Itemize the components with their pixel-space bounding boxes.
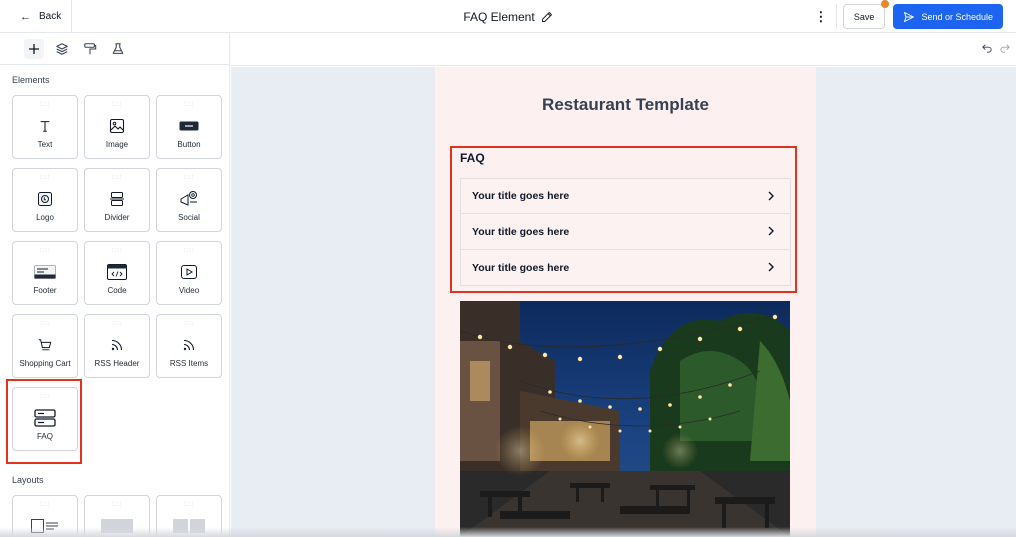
layout-card-image-text[interactable]: :::: <box>12 495 78 537</box>
element-label: Divider <box>104 213 130 222</box>
element-card-footer[interactable]: :::: Footer <box>12 241 78 305</box>
element-card-button[interactable]: :::: Button <box>156 95 222 159</box>
element-card-text[interactable]: :::: Text <box>12 95 78 159</box>
element-label: Social <box>178 213 200 222</box>
drag-handle-icon: :::: <box>183 502 195 508</box>
canvas-toolbar <box>231 33 1016 66</box>
layers-icon[interactable] <box>52 39 72 59</box>
faq-block-highlight <box>450 146 797 293</box>
element-label: Image <box>105 140 129 149</box>
image-icon <box>85 116 149 136</box>
element-label: Footer <box>33 286 57 295</box>
element-label: Text <box>37 140 53 149</box>
top-bar: ← Back FAQ Element ⋮ Save Send or Schedu… <box>0 0 1016 33</box>
element-card-rss-items[interactable]: :::: RSS Items <box>156 314 222 378</box>
element-label: Button <box>177 140 201 149</box>
text-icon <box>13 116 77 136</box>
unsaved-indicator <box>881 0 890 8</box>
footer-icon <box>13 262 77 282</box>
drag-handle-icon: :::: <box>111 321 123 327</box>
element-card-logo[interactable]: :::: Logo <box>12 168 78 232</box>
layout-card-one-column[interactable]: :::: <box>84 495 150 537</box>
drag-handle-icon: :::: <box>111 175 123 181</box>
cart-icon <box>13 335 77 355</box>
element-label: Video <box>178 286 200 295</box>
divider-icon <box>85 189 149 209</box>
logo-icon <box>13 189 77 209</box>
divider <box>835 4 837 29</box>
drag-handle-icon: :::: <box>39 102 51 108</box>
rss-icon <box>157 335 221 355</box>
drag-handle-icon: :::: <box>39 502 51 508</box>
send-icon <box>904 11 915 22</box>
editor-app: ← Back FAQ Element ⋮ Save Send or Schedu… <box>0 0 1016 537</box>
email-title[interactable]: Restaurant Template <box>435 95 816 115</box>
code-icon <box>85 262 149 282</box>
more-options-icon[interactable]: ⋮ <box>814 4 828 29</box>
back-label: Back <box>39 11 62 22</box>
element-label: RSS Items <box>169 359 209 368</box>
elements-sidebar: Elements :::: Text :::: Image :::: Butto… <box>0 33 230 537</box>
faq-element-highlight <box>6 379 82 464</box>
element-card-social[interactable]: :::: Social <box>156 168 222 232</box>
element-label: Logo <box>36 213 54 222</box>
flask-icon[interactable] <box>108 39 128 59</box>
element-card-image[interactable]: :::: Image <box>84 95 150 159</box>
email-body: Restaurant Template FAQ Your title goes … <box>435 67 816 537</box>
undo-redo-group <box>974 43 1010 56</box>
video-icon <box>157 262 221 282</box>
layout-one-column-icon <box>85 516 149 536</box>
layout-image-text-icon <box>13 516 77 536</box>
element-card-video[interactable]: :::: Video <box>156 241 222 305</box>
element-card-shopping-cart[interactable]: :::: Shopping Cart <box>12 314 78 378</box>
drag-handle-icon: :::: <box>39 321 51 327</box>
elements-section-title: Elements <box>12 75 50 85</box>
drag-handle-icon: :::: <box>39 175 51 181</box>
button-icon <box>157 116 221 136</box>
element-card-rss-header[interactable]: :::: RSS Header <box>84 314 150 378</box>
page-title[interactable]: FAQ Element <box>463 10 534 24</box>
rss-icon <box>85 335 149 355</box>
drag-handle-icon: :::: <box>183 248 195 254</box>
save-button[interactable]: Save <box>842 0 890 29</box>
layout-two-column-icon <box>157 516 221 536</box>
top-actions: ⋮ Save Send or Schedule <box>814 0 1003 29</box>
element-label: Code <box>107 286 127 295</box>
drag-handle-icon: :::: <box>39 248 51 254</box>
drag-handle-icon: :::: <box>111 248 123 254</box>
drag-handle-icon: :::: <box>111 102 123 108</box>
drag-handle-icon: :::: <box>183 175 195 181</box>
element-label: Shopping Cart <box>19 359 71 368</box>
redo-icon[interactable] <box>1000 43 1010 56</box>
save-label: Save <box>853 11 875 22</box>
paint-roller-icon[interactable] <box>80 39 100 59</box>
undo-icon[interactable] <box>982 43 992 56</box>
send-label: Send or Schedule <box>921 11 993 22</box>
email-canvas: Restaurant Template FAQ Your title goes … <box>231 67 1016 537</box>
drag-handle-icon: :::: <box>111 502 123 508</box>
pencil-icon[interactable] <box>541 11 553 23</box>
restaurant-patio-illustration <box>460 301 790 537</box>
drag-handle-icon: :::: <box>183 321 195 327</box>
layout-card-two-column[interactable]: :::: <box>156 495 222 537</box>
element-card-code[interactable]: :::: Code <box>84 241 150 305</box>
back-button[interactable]: ← Back <box>0 0 72 33</box>
element-card-divider[interactable]: :::: Divider <box>84 168 150 232</box>
sidebar-toolbar <box>0 33 229 65</box>
arrow-left-icon: ← <box>20 10 31 23</box>
drag-handle-icon: :::: <box>183 102 195 108</box>
add-icon[interactable] <box>24 38 44 59</box>
element-label: RSS Header <box>94 359 140 368</box>
social-icon <box>157 189 221 209</box>
layouts-section-title: Layouts <box>12 475 44 485</box>
restaurant-image[interactable] <box>460 301 790 537</box>
send-or-schedule-button[interactable]: Send or Schedule <box>893 4 1003 29</box>
